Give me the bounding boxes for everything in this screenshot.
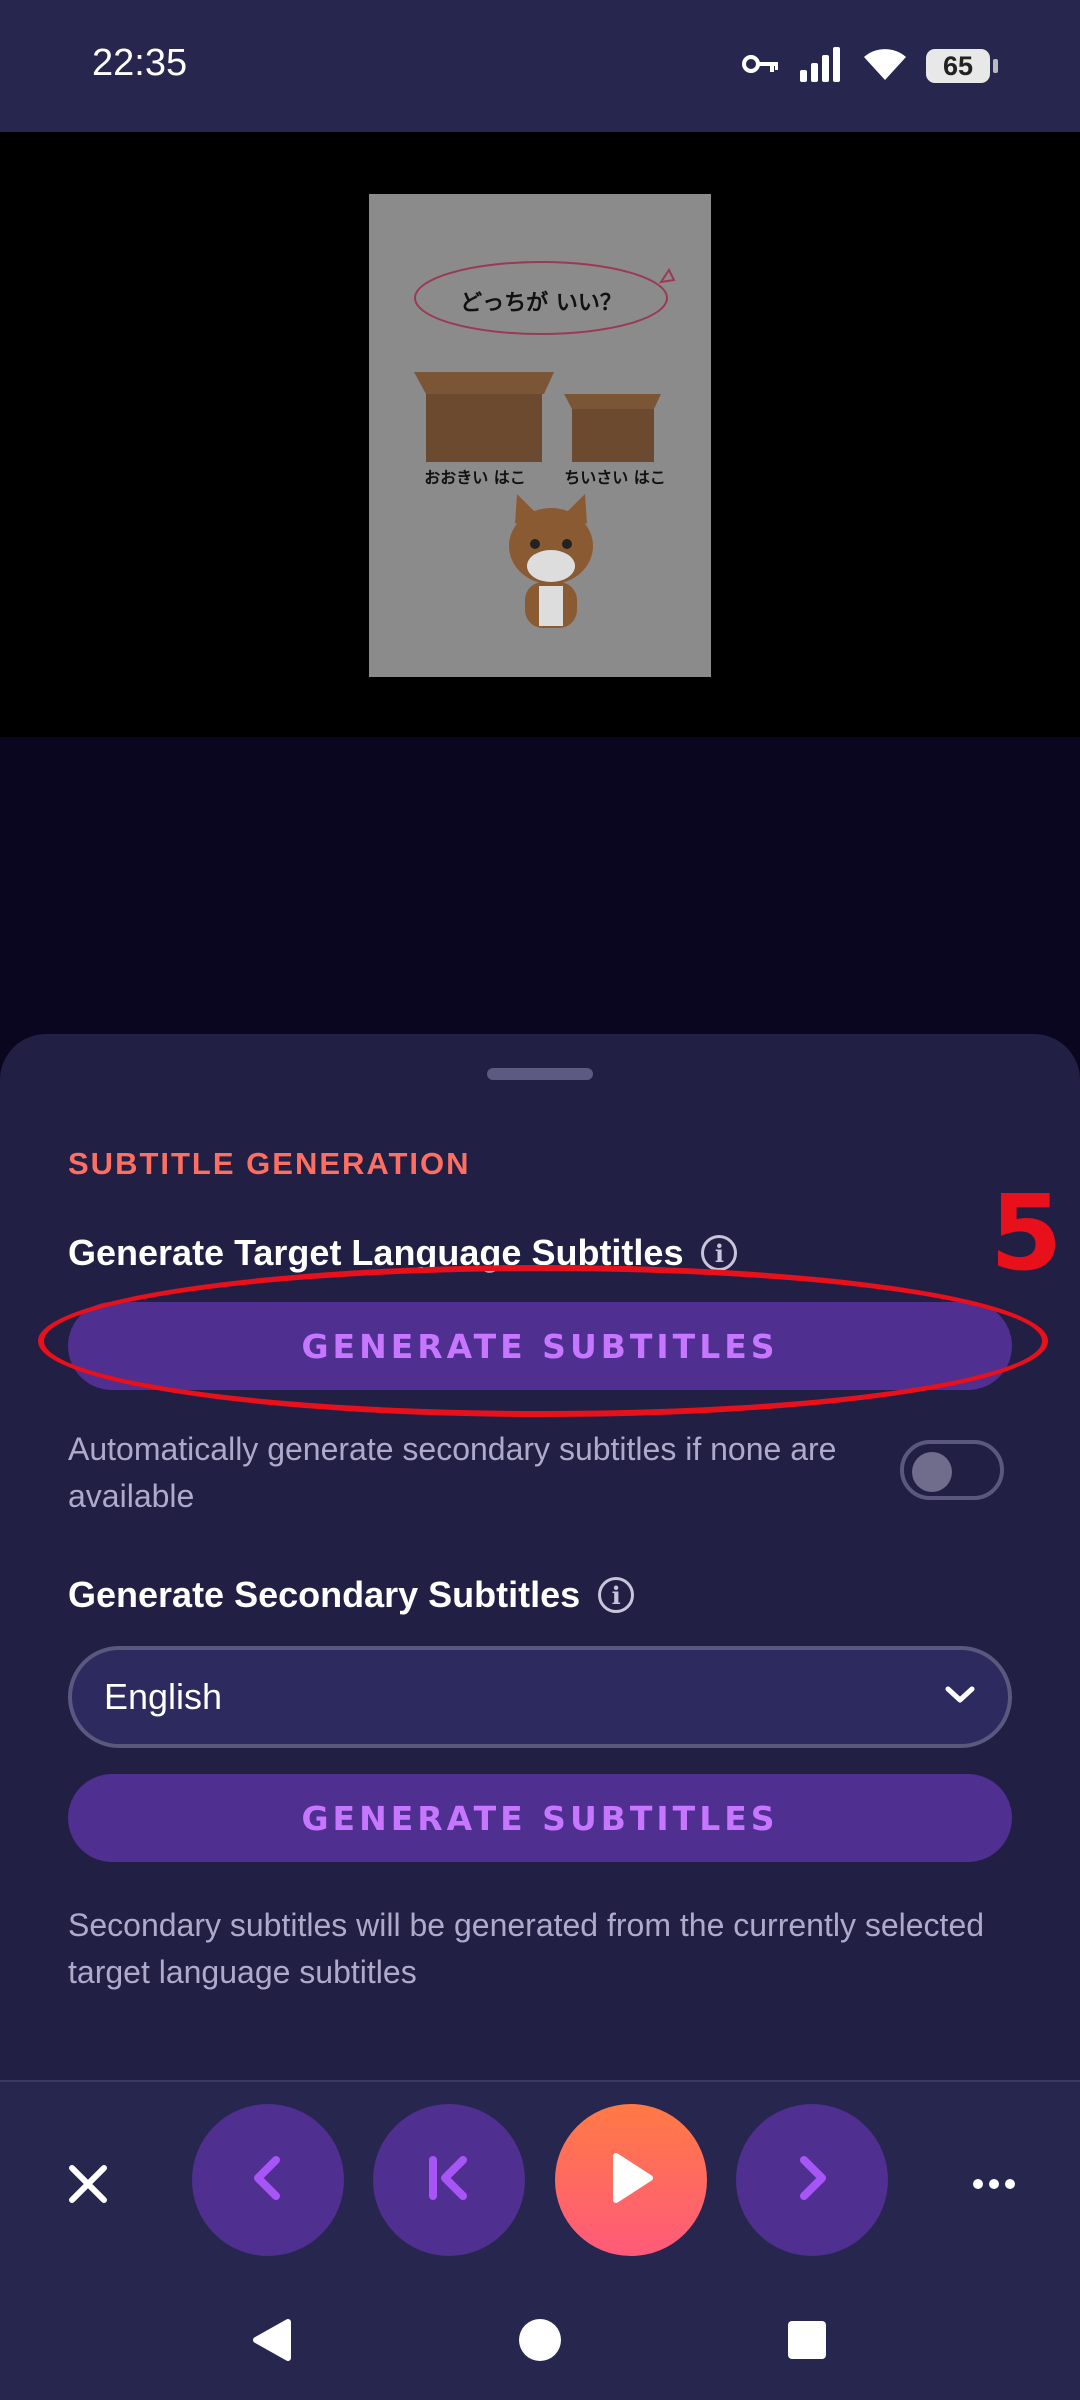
play-icon — [606, 2150, 656, 2211]
annotation-number: 5 — [990, 1172, 1063, 1294]
left-box-label: おおきい はこ — [424, 468, 526, 487]
close-icon[interactable] — [58, 2154, 118, 2214]
play-button[interactable] — [555, 2104, 707, 2256]
next-subtitle-button[interactable] — [736, 2104, 888, 2256]
restart-subtitle-button[interactable] — [373, 2104, 525, 2256]
player-controls — [0, 2080, 1080, 2282]
subtitle-sheet: SUBTITLE GENERATION Generate Target Lang… — [0, 1034, 1080, 2080]
right-box-label: ちいさい はこ — [564, 468, 666, 487]
status-time: 22:35 — [92, 42, 188, 84]
auto-generate-toggle[interactable] — [900, 1440, 1004, 1500]
video-illustration: どっちが いい？ おおきい はこ ちいさい はこ — [369, 194, 711, 677]
generate-secondary-subtitles-button[interactable]: GENERATE SUBTITLES — [68, 1774, 1012, 1862]
chevron-down-icon — [944, 1685, 976, 1710]
selected-language: English — [104, 1676, 223, 1717]
signal-icon — [798, 46, 844, 87]
video-frame: どっちが いい？ おおきい はこ ちいさい はこ — [369, 194, 711, 677]
chevron-left-icon — [248, 2154, 288, 2207]
secondary-note: Secondary subtitles will be generated fr… — [68, 1907, 985, 1990]
info-icon[interactable]: i — [598, 1577, 635, 1613]
target-subtitles-label: Generate Target Language Subtitles — [68, 1232, 684, 1273]
more-icon[interactable] — [964, 2154, 1024, 2214]
video-player[interactable]: どっちが いい？ おおきい はこ ちいさい はこ — [0, 132, 1080, 737]
drag-handle[interactable] — [487, 1068, 593, 1080]
home-icon[interactable] — [510, 2310, 570, 2370]
skip-back-icon — [425, 2154, 473, 2207]
section-title: SUBTITLE GENERATION — [68, 1146, 471, 1181]
toggle-knob — [912, 1452, 952, 1492]
vpn-key-icon — [742, 51, 780, 82]
target-subtitles-title: Generate Target Language Subtitles i — [68, 1232, 738, 1274]
battery-level: 65 — [942, 50, 974, 81]
status-icons: 65 — [742, 44, 998, 88]
battery-icon: 65 — [926, 49, 998, 83]
generate-target-button-label: GENERATE SUBTITLES — [301, 1326, 779, 1366]
info-icon[interactable]: i — [701, 1235, 738, 1271]
generate-target-subtitles-button[interactable]: GENERATE SUBTITLES — [68, 1302, 1012, 1390]
generate-secondary-button-label: GENERATE SUBTITLES — [301, 1798, 779, 1838]
recents-icon[interactable] — [777, 2310, 837, 2370]
back-icon[interactable] — [241, 2310, 301, 2370]
status-bar: 22:35 65 — [0, 0, 1080, 132]
chevron-right-icon — [792, 2154, 832, 2207]
secondary-subtitles-label: Generate Secondary Subtitles — [68, 1574, 581, 1615]
system-nav-bar — [0, 2280, 1080, 2400]
speech-bubble-text: どっちが いい？ — [460, 290, 622, 316]
secondary-language-select[interactable]: English — [68, 1646, 1012, 1748]
auto-generate-label: Automatically generate secondary subtitl… — [68, 1431, 837, 1514]
wifi-icon — [862, 46, 908, 87]
secondary-subtitles-title: Generate Secondary Subtitles i — [68, 1574, 635, 1616]
previous-subtitle-button[interactable] — [192, 2104, 344, 2256]
